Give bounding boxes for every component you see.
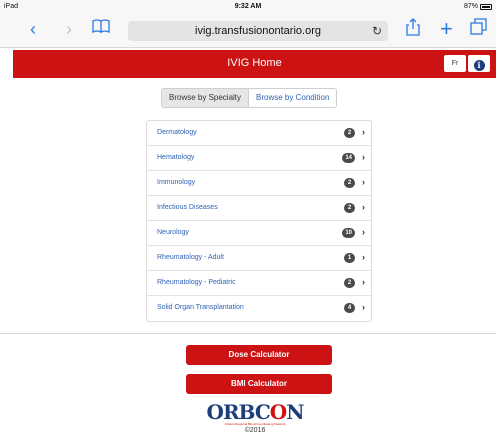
list-item-label: Infectious Diseases xyxy=(157,204,218,211)
list-item[interactable]: Solid Organ Transplantation 4 › xyxy=(147,296,371,321)
tab-browse-by-condition[interactable]: Browse by Condition xyxy=(249,89,337,107)
list-item-label: Neurology xyxy=(157,229,189,236)
copyright: ©2016 xyxy=(244,427,266,434)
count-badge: 2 xyxy=(344,128,355,138)
language-button[interactable]: Fr xyxy=(444,55,466,72)
chevron-right-icon: › xyxy=(362,127,365,137)
count-badge: 14 xyxy=(342,153,355,163)
chevron-right-icon: › xyxy=(362,227,365,237)
list-item-label: Rheumatology - Pediatric xyxy=(157,279,236,286)
specialty-list: Dermatology 2 › Hematology 14 › Immunolo… xyxy=(146,120,372,322)
list-item[interactable]: Dermatology 2 › xyxy=(147,121,371,146)
chevron-right-icon: › xyxy=(362,277,365,287)
status-right: 87% xyxy=(464,3,492,10)
count-badge: 2 xyxy=(344,178,355,188)
chevron-right-icon: › xyxy=(362,302,365,312)
url-text: ivig.transfusionontario.org xyxy=(195,25,321,37)
info-button[interactable]: i xyxy=(468,55,490,72)
chevron-right-icon: › xyxy=(362,252,365,262)
new-tab-icon[interactable]: + xyxy=(440,18,453,40)
chevron-right-icon: › xyxy=(362,177,365,187)
chevron-right-icon: › xyxy=(362,152,365,162)
count-badge: 2 xyxy=(344,278,355,288)
bmi-calculator-button[interactable]: BMI Calculator xyxy=(186,374,332,394)
count-badge: 1 xyxy=(344,253,355,263)
list-item[interactable]: Rheumatology - Pediatric 2 › xyxy=(147,271,371,296)
logo-wordmark: ORBCON xyxy=(206,400,305,424)
list-item-label: Rheumatology - Adult xyxy=(157,254,224,261)
tab-browse-by-specialty[interactable]: Browse by Specialty xyxy=(162,89,250,107)
status-bar: iPad 9:32 AM 87% xyxy=(0,0,496,14)
clock: 9:32 AM xyxy=(234,3,262,10)
list-item[interactable]: Neurology 10 › xyxy=(147,221,371,246)
address-bar[interactable]: ivig.transfusionontario.org ↻ xyxy=(128,21,388,41)
list-item-label: Dermatology xyxy=(157,129,197,136)
share-icon[interactable] xyxy=(406,18,420,41)
count-badge: 4 xyxy=(344,303,355,313)
list-item-label: Hematology xyxy=(157,154,195,161)
back-icon[interactable]: ‹ xyxy=(30,18,36,40)
section-divider xyxy=(0,333,496,334)
forward-icon[interactable]: › xyxy=(66,18,72,40)
bookmarks-icon[interactable] xyxy=(92,18,110,40)
count-badge: 2 xyxy=(344,203,355,213)
reload-icon[interactable]: ↻ xyxy=(372,21,382,41)
list-item[interactable]: Hematology 14 › xyxy=(147,146,371,171)
list-item-label: Immunology xyxy=(157,179,196,186)
chevron-right-icon: › xyxy=(362,202,365,212)
dose-calculator-button[interactable]: Dose Calculator xyxy=(186,345,332,365)
list-item[interactable]: Rheumatology - Adult 1 › xyxy=(147,246,371,271)
info-icon: i xyxy=(473,60,485,71)
browser-toolbar: ‹ › ivig.transfusionontario.org ↻ + xyxy=(0,14,496,48)
battery-icon xyxy=(480,3,492,10)
list-item[interactable]: Immunology 2 › xyxy=(147,171,371,196)
tabs-icon[interactable] xyxy=(470,18,488,41)
browse-segmented-control: Browse by Specialty Browse by Condition xyxy=(161,88,338,108)
battery-percent: 87% xyxy=(463,3,478,10)
orbcon-logo: ORBCON Ontario Regional Blood Coordinati… xyxy=(205,402,305,434)
app-header: IVIG Home Fr i xyxy=(13,50,496,78)
list-item[interactable]: Infectious Diseases 2 › xyxy=(147,196,371,221)
page-title: IVIG Home xyxy=(227,57,282,69)
count-badge: 10 xyxy=(342,228,355,238)
list-item-label: Solid Organ Transplantation xyxy=(157,304,244,311)
